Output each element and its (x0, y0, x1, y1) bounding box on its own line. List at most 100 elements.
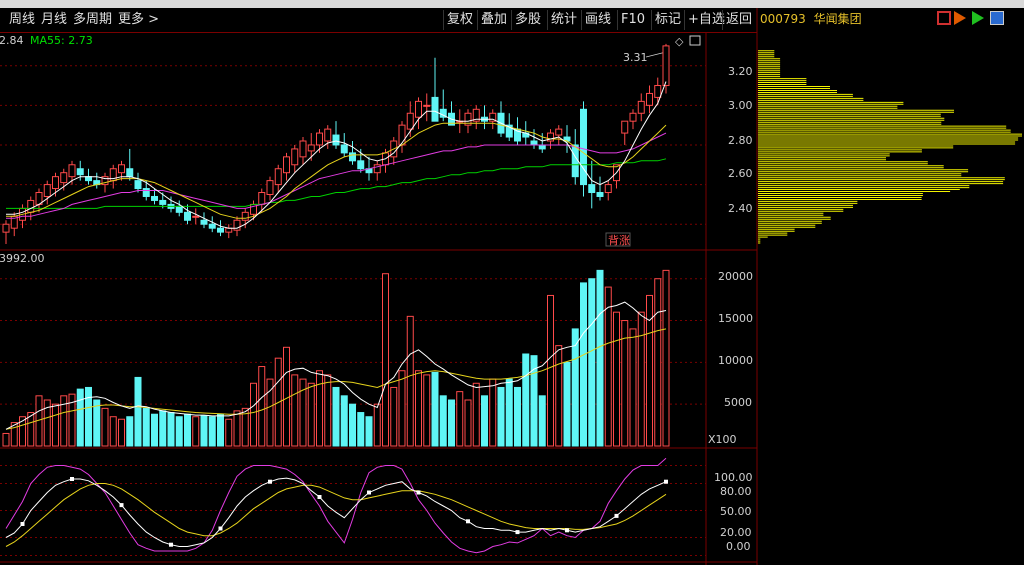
volume-bar (481, 395, 488, 447)
volume-bar (431, 371, 439, 447)
volume-bar (85, 386, 92, 447)
candle-body (142, 188, 150, 197)
candle-body (588, 184, 596, 194)
volume-bar (184, 413, 191, 447)
kdj-marker (466, 519, 470, 524)
volume-bar (2, 432, 10, 447)
candle-body (2, 223, 10, 233)
candle-body (654, 85, 662, 98)
candle-body (580, 108, 587, 186)
y-tick-label: 15000 (718, 312, 753, 325)
candle-body (324, 128, 332, 142)
panel-toggle-icon[interactable] (689, 35, 701, 46)
candle-body (159, 199, 167, 205)
y-tick-label: 2.80 (728, 134, 753, 147)
candle-body (415, 100, 422, 118)
moving-average-lines (6, 81, 667, 229)
candle-body (637, 100, 645, 114)
volume-bar (225, 418, 233, 447)
volume-bar (283, 346, 290, 447)
volume-bar (258, 366, 266, 447)
volume-bar (93, 399, 101, 447)
volume-bar (357, 412, 365, 447)
candle-body (332, 134, 340, 146)
volume-bar (390, 386, 398, 447)
volume-bar (439, 395, 447, 447)
candle-body (530, 140, 538, 146)
candle-body (76, 168, 84, 176)
candle-body (621, 120, 629, 134)
volume-bar (142, 407, 150, 447)
volume-bar (316, 370, 323, 447)
signal-marker-text: 背涨 (608, 233, 630, 247)
kdj-marker (367, 490, 371, 495)
volume-bar (580, 282, 587, 447)
panel-frames (0, 8, 758, 565)
kdj-y-axis: 100.00 80.00 50.00 20.00 0.00 (714, 471, 753, 553)
candle-body (68, 164, 76, 178)
candle-body (151, 195, 158, 201)
candle-body (423, 104, 431, 107)
volume-bar (118, 418, 125, 447)
volume-bar (233, 410, 241, 447)
candle-body (184, 211, 191, 221)
candle-body (431, 96, 439, 122)
candle-body (258, 192, 266, 205)
stock-chart: 2.84 MA55: 2.73 3.31 ◇ 3.20 3.00 2.80 2.… (0, 8, 1022, 565)
volume-bar (175, 416, 183, 447)
candle-body (291, 148, 299, 166)
volume-bar (365, 416, 373, 447)
y-tick-label: 10000 (718, 354, 753, 367)
volume-bar (662, 269, 670, 447)
volume-bar (208, 416, 216, 447)
volume-profile (758, 50, 1022, 244)
kdj-k-line (5, 477, 667, 547)
volume-bar (497, 386, 505, 447)
y-tick-label: 0.00 (726, 540, 751, 553)
candle-body (629, 112, 637, 122)
kdj-marker (70, 477, 74, 481)
volume-bar (489, 378, 497, 447)
candle-body (52, 176, 59, 190)
candle-body (357, 160, 365, 170)
volume-unit-label: X100 (708, 433, 737, 446)
candle-body (299, 140, 307, 158)
candle-body (43, 184, 51, 197)
volume-bar (250, 382, 257, 447)
volume-bar (629, 328, 637, 447)
signal-marker: 背涨 (605, 232, 631, 247)
volume-bar (514, 386, 521, 447)
volume-bar (324, 374, 332, 447)
y-tick-label: 20000 (718, 270, 753, 283)
volume-bar (547, 294, 554, 447)
volume-bar (555, 345, 563, 447)
candle-body (662, 45, 670, 87)
volume-bar (604, 286, 612, 447)
volume-bar (200, 415, 208, 447)
volume-bar (563, 361, 571, 447)
volume-bar (126, 416, 134, 447)
y-tick-label: 2.60 (728, 167, 753, 180)
candle-body (241, 211, 249, 221)
volume-bars (2, 269, 670, 447)
candle-body (27, 199, 35, 213)
volume-bar (505, 378, 513, 447)
volume-bar (654, 278, 662, 447)
volume-bar (613, 311, 620, 447)
volume-bar (382, 273, 389, 447)
candle-body (398, 124, 406, 146)
candle-body (646, 92, 653, 106)
kdj-marker (565, 528, 569, 533)
volume-bar (596, 269, 604, 447)
candle-body (340, 144, 348, 154)
kdj-marker (218, 526, 223, 531)
volume-header: 3992.00 (0, 252, 45, 265)
y-tick-label: 80.00 (720, 485, 752, 498)
candle-body (538, 144, 546, 150)
kdj-lines (5, 457, 668, 554)
diamond-icon[interactable]: ◇ (675, 35, 684, 48)
main-y-axis: 3.20 3.00 2.80 2.60 2.40 (728, 65, 753, 215)
candle-body (85, 176, 92, 182)
volume-bar (522, 353, 530, 447)
candlesticks (2, 43, 670, 245)
